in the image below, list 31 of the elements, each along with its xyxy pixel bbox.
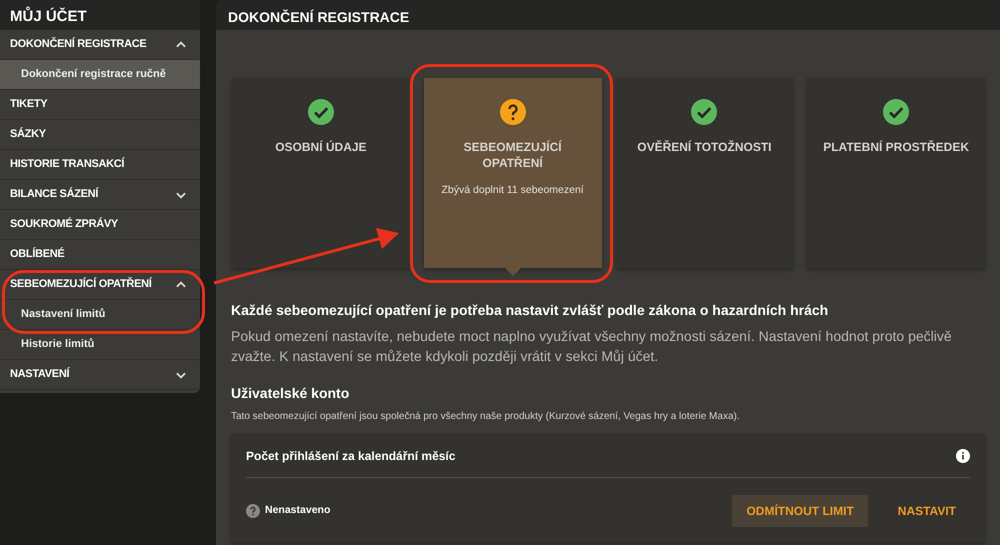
sidebar-subitem[interactable]: Nastavení limitů bbox=[0, 300, 200, 330]
step-note: Zbývá doplnit 11 sebeomezení bbox=[442, 183, 584, 198]
limit-status: Nenastaveno bbox=[265, 503, 330, 518]
step-card[interactable]: PLATEBNÍ PROSTŘEDEK bbox=[807, 78, 985, 268]
sidebar-subitem[interactable]: Historie limitů bbox=[0, 330, 200, 360]
step-card[interactable]: OSOBNÍ ÚDAJE bbox=[232, 78, 410, 268]
sidebar-item[interactable]: SEBEOMEZUJÍCÍ OPATŘENÍ bbox=[0, 270, 200, 300]
step-card[interactable]: OVĚŘENÍ TOTOŽNOSTI bbox=[616, 78, 794, 268]
info-paragraph: Pokud omezení nastavíte, nebudete moct naplno využívat všechny možnosti sázení. Nastavení hodnot proto pečlivě zvažte. K nastavení se můžete kdykoli později vrátit v sekci Můj účet. bbox=[231, 327, 953, 366]
sidebar-item[interactable]: TIKETY bbox=[0, 90, 200, 120]
panel-title: DOKONČENÍ REGISTRACE bbox=[216, 0, 1000, 30]
info-icon[interactable] bbox=[956, 448, 970, 463]
sidebar-item[interactable]: SOUKROMÉ ZPRÁVY bbox=[0, 210, 200, 240]
set-button[interactable]: NASTAVIT bbox=[884, 495, 970, 528]
limit-title: Počet přihlášení za kalendářní měsíc bbox=[246, 448, 456, 465]
sidebar-item[interactable]: NASTAVENÍ bbox=[0, 360, 200, 390]
section-title: Uživatelské konto bbox=[231, 384, 350, 404]
step-title: OSOBNÍ ÚDAJE bbox=[274, 139, 368, 156]
sidebar-item[interactable]: OBLÍBENÉ bbox=[0, 240, 200, 270]
step-title: OVĚŘENÍ TOTOŽNOSTI bbox=[636, 139, 772, 156]
section-note: Tato sebeomezující opatření jsou společná pro všechny naše produkty (Kurzové sázení, Vegas hry a loterie Maxa). bbox=[231, 410, 741, 424]
section-heading: Každé sebeomezující opatření je potřeba nastavit zvlášť podle zákona o hazardních hrách bbox=[231, 301, 830, 320]
step-title: PLATEBNÍ PROSTŘEDEK bbox=[822, 139, 970, 156]
decline-button[interactable]: ODMÍTNOUT LIMIT bbox=[732, 495, 868, 528]
sidebar-item[interactable]: SÁZKY bbox=[0, 120, 200, 150]
step-title: SEBEOMEZUJÍCÍ OPATŘENÍ bbox=[462, 139, 563, 172]
sidebar-title: MŮJ ÚČET bbox=[0, 0, 200, 30]
sidebar-subitem[interactable]: Dokončení registrace ručně bbox=[0, 60, 200, 90]
sidebar-item[interactable]: BILANCE SÁZENÍ bbox=[0, 180, 200, 210]
question-icon bbox=[246, 504, 260, 518]
sidebar-item[interactable]: HISTORIE TRANSAKCÍ bbox=[0, 150, 200, 180]
